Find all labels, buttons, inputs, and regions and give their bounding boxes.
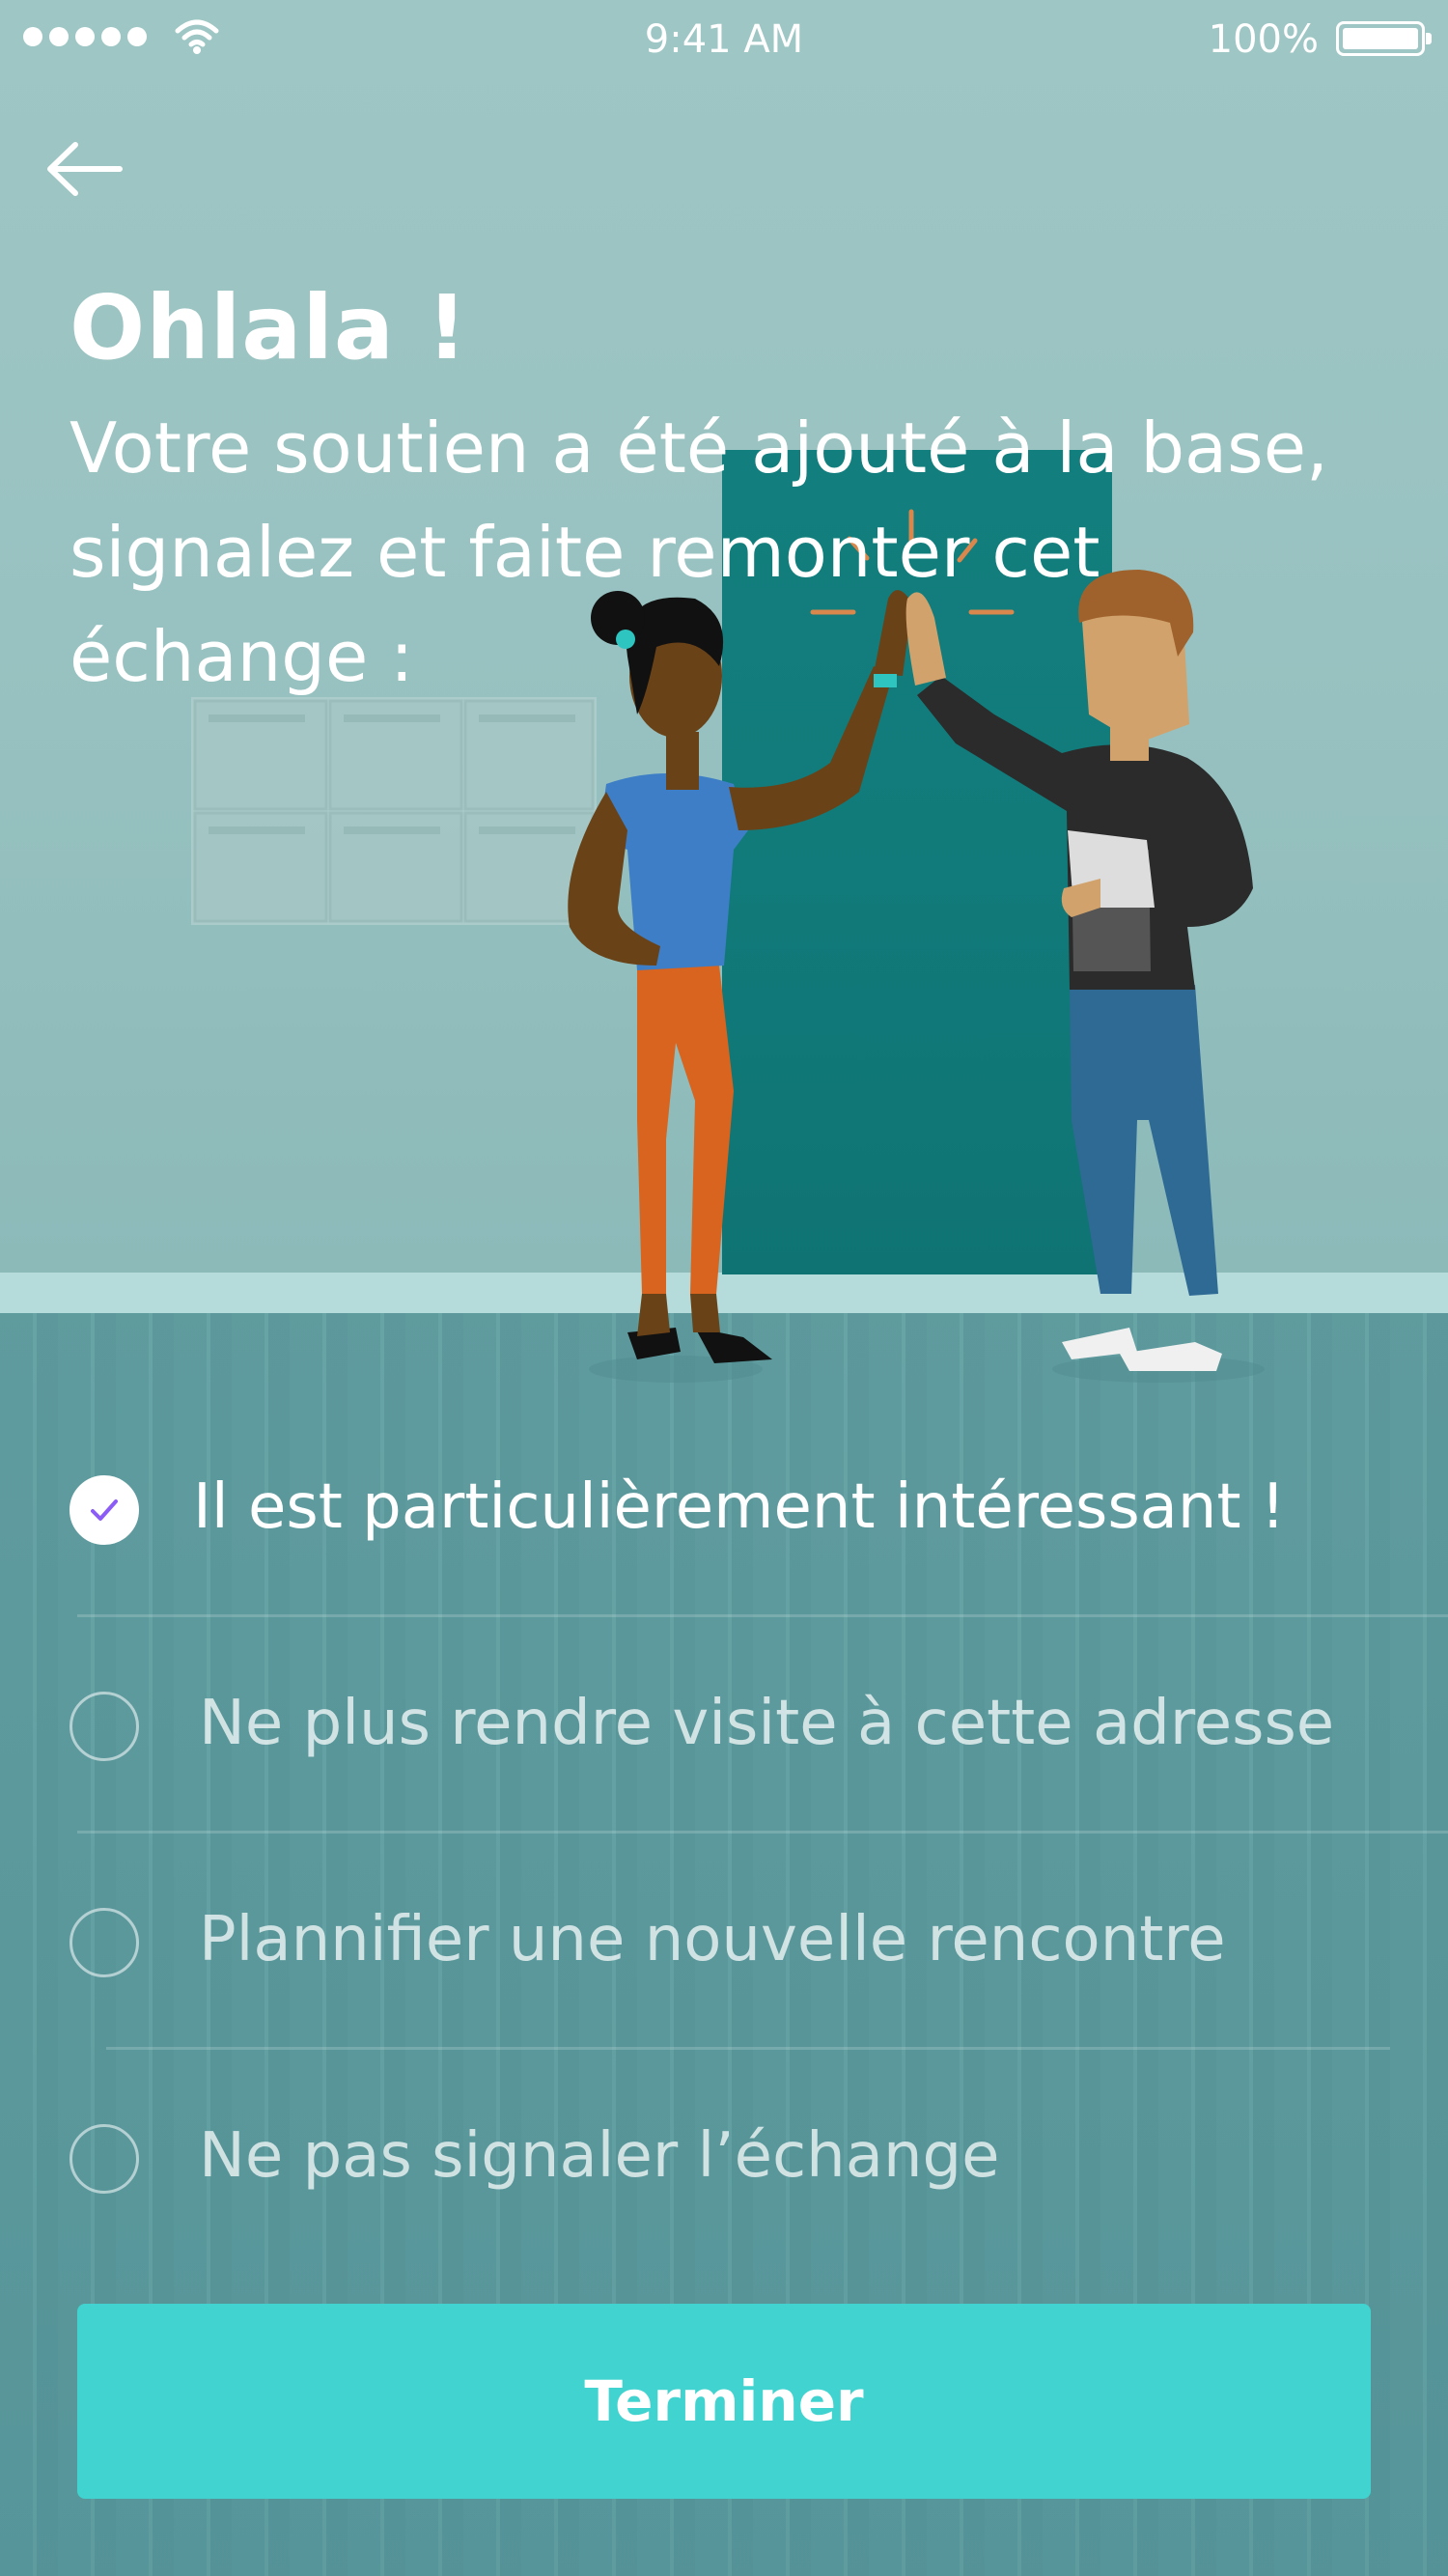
radio-unchecked[interactable] — [70, 2124, 139, 2194]
radio-unchecked[interactable] — [70, 1908, 139, 1977]
finish-button[interactable]: Terminer — [77, 2304, 1371, 2499]
option-label: Ne pas signaler l’échange — [199, 2120, 1000, 2192]
option-no-more-visit[interactable]: Ne plus rendre visite à cette adresse — [0, 1665, 1448, 1858]
mailboxes-illustration — [191, 697, 597, 925]
status-bar: 9:41 AM 100% — [0, 0, 1448, 77]
divider — [106, 2047, 1390, 2050]
option-label: Plannifier une nouvelle rencontre — [199, 1904, 1226, 1975]
option-label: Ne plus rendre visite à cette adresse — [199, 1688, 1335, 1759]
divider — [77, 1831, 1448, 1834]
page-title: Ohlala ! — [70, 276, 468, 379]
page-subtitle: Votre soutien a été ajouté à la base, si… — [70, 407, 1328, 697]
option-label: Il est particulièrement intéressant ! — [193, 1471, 1286, 1543]
option-do-not-report[interactable]: Ne pas signaler l’échange — [0, 2097, 1448, 2290]
battery-icon — [1336, 21, 1432, 56]
checkmark-icon — [91, 1499, 118, 1521]
option-plan-meeting[interactable]: Plannifier une nouvelle rencontre — [0, 1881, 1448, 2074]
divider — [77, 1614, 1448, 1617]
radio-unchecked[interactable] — [70, 1692, 139, 1761]
back-arrow-icon[interactable] — [42, 135, 129, 203]
battery-percentage: 100% — [1208, 17, 1319, 62]
radio-checked[interactable] — [70, 1475, 139, 1545]
option-interesting[interactable]: Il est particulièrement intéressant ! — [0, 1448, 1448, 1641]
